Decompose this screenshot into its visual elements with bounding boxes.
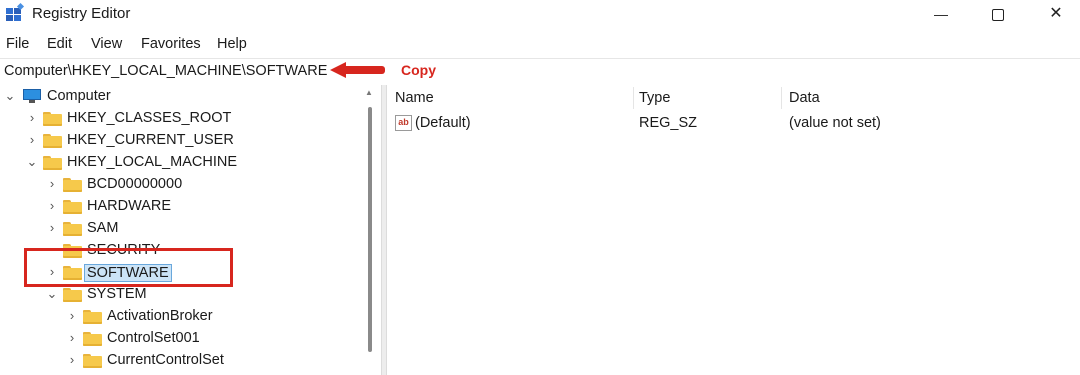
chevron-right-icon[interactable]: › [46,221,58,235]
cell-data: (value not set) [789,115,881,131]
chevron-down-icon[interactable]: ⌄ [46,287,58,301]
tree-item-bcd00000000[interactable]: › BCD00000000 [0,174,360,196]
close-button[interactable]: ✕ [1026,0,1080,30]
chevron-right-icon[interactable]: › [46,199,58,213]
chevron-right-icon[interactable]: › [66,309,78,323]
tree-item-controlset001[interactable]: › ControlSet001 [0,328,360,350]
tree-item-computer[interactable]: ⌄ Computer [0,86,360,108]
maximize-button[interactable] [968,0,1028,30]
registry-editor-icon [6,2,25,22]
chevron-down-icon[interactable]: ⌄ [4,89,16,103]
string-value-icon: ab [395,115,412,131]
column-header-type[interactable]: Type [631,85,781,111]
maximize-icon [992,9,1004,22]
column-header-data[interactable]: Data [781,85,1071,111]
table-row[interactable]: ab (Default) REG_SZ (value not set) [387,111,1080,135]
folder-icon [43,156,62,170]
cell-type: REG_SZ [639,115,698,131]
folder-icon [83,354,102,368]
folder-icon [63,222,82,236]
annotation-arrow-icon [330,62,390,78]
folder-icon [83,310,102,324]
folder-icon [63,200,82,214]
folder-icon [43,112,62,126]
menu-file[interactable]: File [6,33,29,55]
scroll-up-icon[interactable]: ▲ [365,88,373,97]
menu-edit[interactable]: Edit [47,33,72,55]
chevron-right-icon[interactable]: › [26,111,38,125]
chevron-right-icon[interactable]: › [26,133,38,147]
registry-tree: ⌄ Computer › HKEY_CLASSES_ROOT › HKEY_CU… [0,85,381,375]
menu-favorites[interactable]: Favorites [141,33,201,55]
tree-item-sam[interactable]: › SAM [0,218,360,240]
menu-view[interactable]: View [91,33,122,55]
minimize-icon: — [934,6,948,22]
tree-item-label: HKEY_LOCAL_MACHINE [67,154,238,170]
tree-item-label: ActivationBroker [107,308,213,324]
chevron-right-icon[interactable]: › [66,331,78,345]
tree-item-label: SAM [87,220,119,236]
window-title: Registry Editor [32,5,131,22]
tree-item-activationbroker[interactable]: › ActivationBroker [0,306,360,328]
title-bar: Registry Editor — ✕ [0,0,1080,30]
address-path[interactable]: Computer\HKEY_LOCAL_MACHINE\SOFTWARE [4,63,327,79]
tree-item-label: HKEY_CLASSES_ROOT [67,110,232,126]
values-list: Name Type Data ab (Default) REG_SZ (valu… [387,85,1080,375]
tree-item-currentcontrolset[interactable]: › CurrentControlSet [0,350,360,372]
folder-icon [83,332,102,346]
chevron-down-icon[interactable]: ⌄ [26,155,38,169]
tree-item-label: CurrentControlSet [107,352,224,368]
tree-item-hkey-local-machine[interactable]: ⌄ HKEY_LOCAL_MACHINE [0,152,360,174]
annotation-copy-label: Copy [401,62,436,78]
chevron-right-icon[interactable]: › [46,177,58,191]
tree-item-hkey-classes-root[interactable]: › HKEY_CLASSES_ROOT [0,108,360,130]
tree-item-hkey-current-user[interactable]: › HKEY_CURRENT_USER [0,130,360,152]
menu-help[interactable]: Help [217,33,247,55]
scrollbar-thumb[interactable] [368,107,372,352]
computer-icon [23,89,41,103]
tree-item-label: HKEY_CURRENT_USER [67,132,234,148]
folder-icon [43,134,62,148]
column-header-name[interactable]: Name [387,85,633,111]
tree-item-label: Computer [47,88,111,104]
cell-name: (Default) [415,115,471,131]
tree-item-label: BCD00000000 [87,176,183,192]
minimize-button[interactable]: — [911,0,971,30]
tree-item-label: SYSTEM [87,286,147,302]
tree-item-label: HARDWARE [87,198,172,214]
tree-scrollbar[interactable]: ▲ [363,85,376,375]
tree-item-label: ControlSet001 [107,330,200,346]
close-icon: ✕ [1049,5,1063,22]
tree-item-system[interactable]: ⌄ SYSTEM [0,284,360,306]
tree-item-hardware[interactable]: › HARDWARE [0,196,360,218]
chevron-right-icon[interactable]: › [66,353,78,367]
folder-icon [63,178,82,192]
address-bar[interactable]: Computer\HKEY_LOCAL_MACHINE\SOFTWARE [0,58,1080,85]
annotation-highlight-box [24,248,233,287]
folder-icon [63,288,82,302]
